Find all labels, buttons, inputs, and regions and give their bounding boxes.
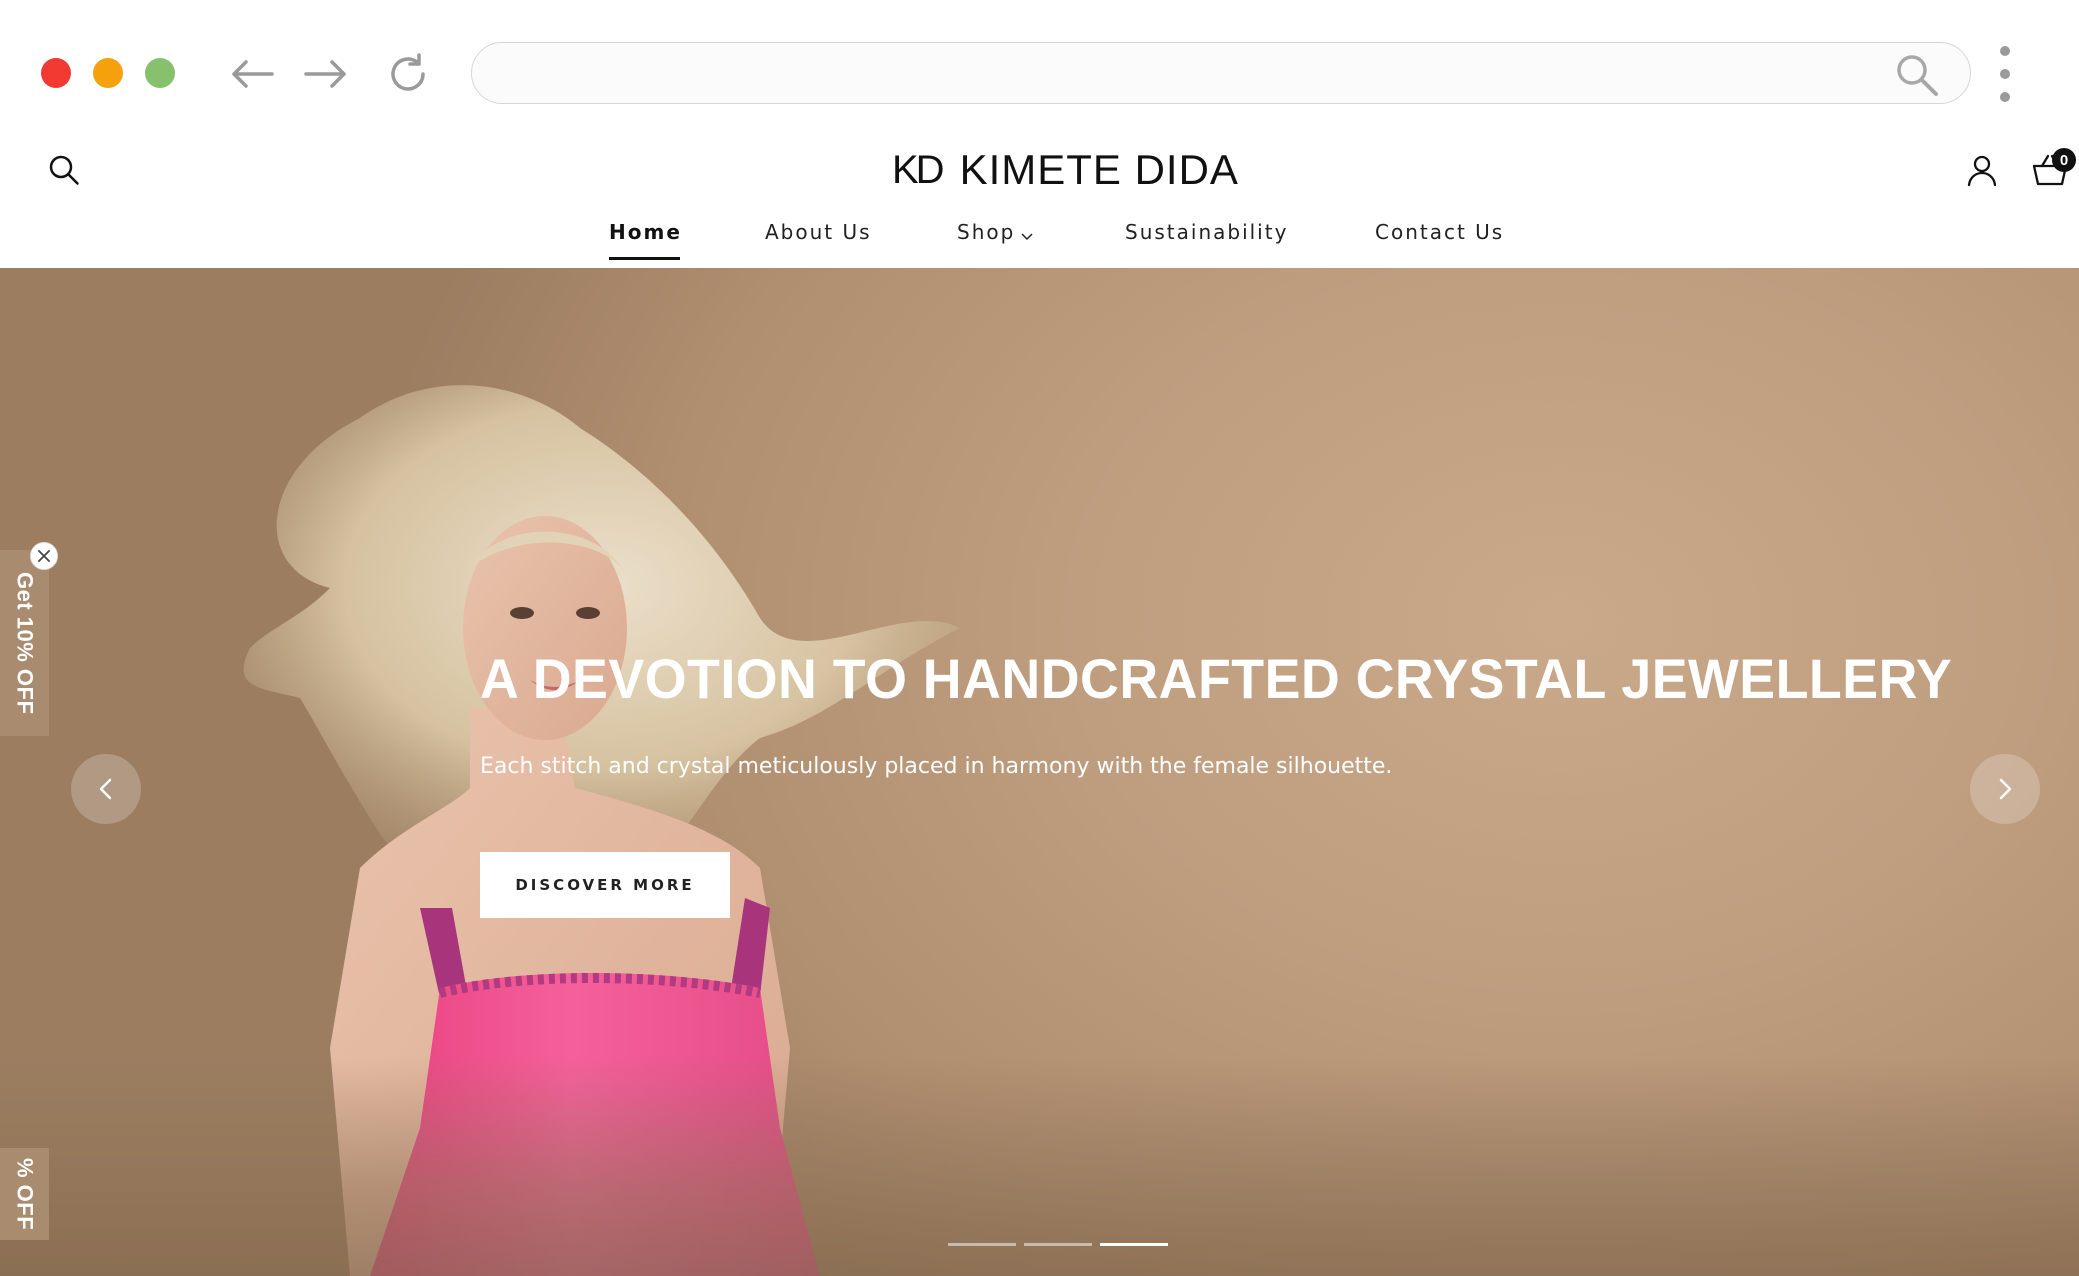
address-bar[interactable] (471, 42, 1971, 104)
slide-indicators (948, 1243, 1168, 1246)
close-window-button[interactable] (41, 58, 71, 88)
cart-count-badge: 0 (2052, 148, 2076, 172)
main-navigation: Home About Us Shop Sustainability Contac… (0, 208, 2079, 268)
hero-title: A DEVOTION TO HANDCRAFTED CRYSTAL JEWELL… (480, 647, 1953, 710)
chevron-right-icon (1999, 778, 2012, 800)
brand-logo[interactable]: KD KIMETE DIDA (892, 144, 1239, 196)
slide-dot[interactable] (1024, 1243, 1092, 1246)
site-header: KD KIMETE DIDA 0 Home About Us Shop Sust… (0, 138, 2079, 268)
maximize-window-button[interactable] (145, 58, 175, 88)
nav-item-label: Shop (957, 220, 1016, 244)
discount-tab[interactable]: Get 10% OFF (0, 550, 49, 736)
close-icon[interactable] (30, 542, 58, 570)
search-icon[interactable] (1894, 52, 1940, 98)
account-icon[interactable] (1964, 152, 2000, 188)
nav-item-shop[interactable]: Shop (957, 220, 1033, 246)
discount-tab-label: % OFF (12, 1157, 38, 1231)
minimize-window-button[interactable] (93, 58, 123, 88)
next-slide-button[interactable] (1970, 754, 2040, 824)
brand-name: KIMETE DIDA (959, 146, 1239, 193)
forward-arrow-icon[interactable] (302, 50, 350, 98)
chevron-left-icon (99, 778, 112, 800)
nav-item-contact-us[interactable]: Contact Us (1375, 220, 1504, 244)
discover-more-button[interactable]: DISCOVER MORE (480, 852, 730, 918)
chevron-down-icon (1021, 222, 1033, 246)
discount-tab-secondary[interactable]: % OFF (0, 1148, 49, 1240)
previous-slide-button[interactable] (71, 754, 141, 824)
back-arrow-icon[interactable] (228, 50, 276, 98)
discount-tab-label: Get 10% OFF (12, 571, 38, 715)
search-icon[interactable] (46, 152, 82, 188)
reload-icon[interactable] (384, 50, 432, 98)
nav-item-home[interactable]: Home (609, 220, 682, 260)
slide-dot-active[interactable] (1100, 1243, 1168, 1246)
kebab-menu-icon[interactable] (2000, 46, 2010, 102)
nav-item-sustainability[interactable]: Sustainability (1125, 220, 1288, 244)
slide-dot[interactable] (948, 1243, 1016, 1246)
hero-slider: A DEVOTION TO HANDCRAFTED CRYSTAL JEWELL… (0, 268, 2079, 1276)
hero-subtitle: Each stitch and crystal meticulously pla… (480, 754, 1393, 779)
browser-chrome (0, 0, 2079, 138)
logo-mark: KD (892, 147, 945, 192)
nav-item-about-us[interactable]: About Us (765, 220, 872, 244)
